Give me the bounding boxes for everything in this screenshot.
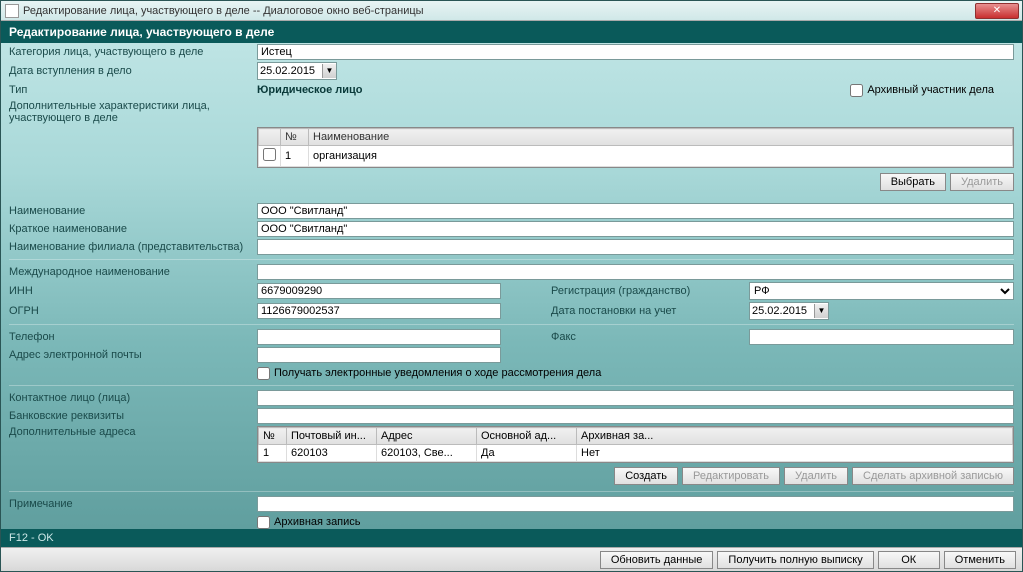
addr-row-idx: 1 (259, 445, 287, 462)
ogrn-input[interactable] (257, 303, 501, 319)
addr-col-idx: № (259, 428, 287, 445)
label-archive-participant: Архивный участник дела (867, 84, 994, 96)
archive-participant-checkbox[interactable] (850, 84, 863, 97)
addr-col-arch: Архивная за... (577, 428, 1013, 445)
notifications-checkbox[interactable] (257, 367, 270, 380)
reg-date-input[interactable] (750, 304, 814, 318)
label-category: Категория лица, участвующего в деле (9, 46, 257, 58)
char-row-name: организация (309, 146, 1013, 167)
label-name: Наименование (9, 205, 257, 217)
addr-col-addr: Адрес (377, 428, 477, 445)
label-intl-name: Международное наименование (9, 266, 257, 278)
app-icon (5, 4, 19, 18)
type-value: Юридическое лицо (257, 84, 363, 96)
close-button[interactable]: ✕ (975, 3, 1019, 19)
entry-date-input[interactable] (258, 64, 322, 78)
label-registration: Регистрация (гражданство) (539, 285, 749, 297)
addresses-table: № Почтовый ин... Адрес Основной ад... Ар… (258, 427, 1013, 462)
dialog-window: Редактирование лица, участвующего в деле… (0, 0, 1023, 572)
select-button[interactable]: Выбрать (880, 173, 946, 191)
addr-col-zip: Почтовый ин... (287, 428, 377, 445)
archive-record-checkbox[interactable] (257, 516, 270, 529)
registration-select[interactable]: РФ (749, 282, 1014, 300)
make-archive-button[interactable]: Сделать архивной записью (852, 467, 1014, 485)
ok-button[interactable]: ОК (878, 551, 940, 569)
bottom-button-bar: Обновить данные Получить полную выписку … (1, 547, 1022, 571)
refresh-button[interactable]: Обновить данные (600, 551, 714, 569)
char-col-check (259, 129, 281, 146)
status-footer: F12 - OK (1, 529, 1022, 547)
label-fax: Факс (539, 331, 749, 343)
edit-button[interactable]: Редактировать (682, 467, 780, 485)
intl-name-input[interactable] (257, 264, 1014, 280)
addr-row-main: Да (477, 445, 577, 462)
addr-row-addr: 620103, Све... (377, 445, 477, 462)
addr-row-zip: 620103 (287, 445, 377, 462)
label-short-name: Краткое наименование (9, 223, 257, 235)
branch-name-input[interactable] (257, 239, 1014, 255)
footer-hint: F12 - OK (9, 532, 54, 544)
char-col-name: Наименование (309, 129, 1013, 146)
characteristics-table: № Наименование 1 организация (257, 127, 1014, 168)
email-input[interactable] (257, 347, 501, 363)
window-title: Редактирование лица, участвующего в деле… (23, 5, 424, 17)
addr-col-main: Основной ад... (477, 428, 577, 445)
delete-char-button[interactable]: Удалить (950, 173, 1014, 191)
phone-input[interactable] (257, 329, 501, 345)
label-phone: Телефон (9, 331, 257, 343)
label-extra-addresses: Дополнительные адреса (9, 426, 257, 438)
label-notifications: Получать электронные уведомления о ходе … (274, 367, 601, 379)
window-titlebar: Редактирование лица, участвующего в деле… (1, 1, 1022, 21)
note-input[interactable] (257, 496, 1014, 512)
label-reg-date: Дата постановки на учет (539, 305, 749, 317)
label-inn: ИНН (9, 285, 257, 297)
fax-input[interactable] (749, 329, 1014, 345)
full-extract-button[interactable]: Получить полную выписку (717, 551, 873, 569)
entry-date-picker[interactable]: ▼ (257, 62, 337, 80)
reg-date-dropdown-icon[interactable]: ▼ (814, 304, 828, 318)
table-row[interactable]: 1 организация (259, 146, 1013, 167)
char-col-idx: № (281, 129, 309, 146)
cancel-button[interactable]: Отменить (944, 551, 1016, 569)
create-button[interactable]: Создать (614, 467, 678, 485)
dialog-header: Редактирование лица, участвующего в деле (1, 21, 1022, 43)
char-row-idx: 1 (281, 146, 309, 167)
table-row[interactable]: 1 620103 620103, Све... Да Нет (259, 445, 1013, 462)
label-note: Примечание (9, 498, 257, 510)
label-archive-record: Архивная запись (274, 516, 361, 528)
short-name-input[interactable] (257, 221, 1014, 237)
bank-details-input[interactable] (257, 408, 1014, 424)
label-contact-persons: Контактное лицо (лица) (9, 392, 257, 404)
label-extra-chars: Дополнительные характеристики лица, учас… (9, 100, 257, 124)
delete-addr-button[interactable]: Удалить (784, 467, 848, 485)
contact-persons-input[interactable] (257, 390, 1014, 406)
reg-date-picker[interactable]: ▼ (749, 302, 829, 320)
label-email: Адрес электронной почты (9, 349, 257, 361)
dialog-title: Редактирование лица, участвующего в деле (9, 25, 274, 39)
label-ogrn: ОГРН (9, 305, 257, 317)
label-entry-date: Дата вступления в дело (9, 65, 257, 77)
label-type: Тип (9, 84, 257, 96)
category-input[interactable] (257, 44, 1014, 60)
addr-row-arch: Нет (577, 445, 1013, 462)
label-bank-details: Банковские реквизиты (9, 410, 257, 422)
entry-date-dropdown-icon[interactable]: ▼ (322, 64, 336, 78)
label-branch-name: Наименование филиала (представительства) (9, 241, 257, 253)
inn-input[interactable] (257, 283, 501, 299)
name-input[interactable] (257, 203, 1014, 219)
char-row-checkbox[interactable] (263, 148, 276, 161)
dialog-content: Категория лица, участвующего в деле Дата… (1, 43, 1022, 545)
